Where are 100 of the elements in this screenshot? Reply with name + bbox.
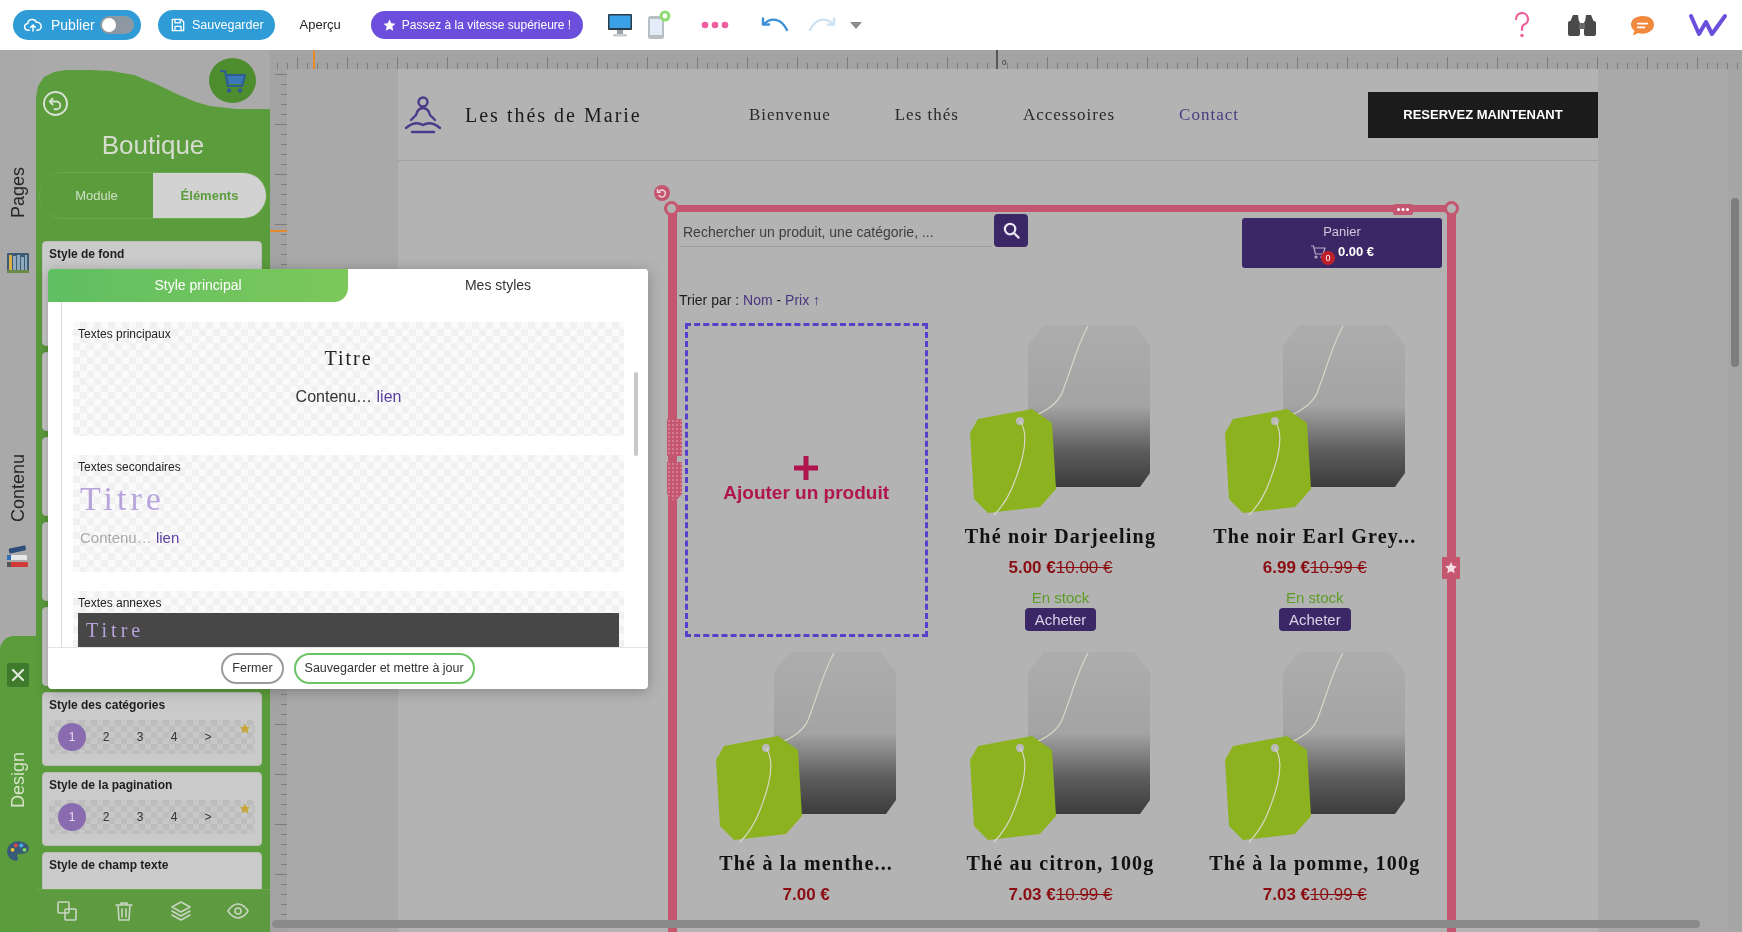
- scrollbar[interactable]: [272, 920, 1700, 928]
- books-icon: [6, 545, 30, 570]
- star-icon: [382, 18, 396, 32]
- undo-icon[interactable]: [761, 17, 790, 33]
- cart-icon: [209, 58, 256, 103]
- sample-title: Titre: [86, 618, 145, 642]
- caret-icon[interactable]: [850, 21, 863, 29]
- yoga-figure-icon[interactable]: [402, 94, 444, 135]
- rotate-icon[interactable]: [654, 185, 670, 201]
- scrollbar[interactable]: [634, 372, 638, 456]
- page-number[interactable]: 4: [160, 803, 188, 831]
- page-number[interactable]: >: [194, 723, 222, 751]
- stock-status: En stock: [1286, 589, 1344, 607]
- search-icon: [1002, 222, 1020, 239]
- panel-title: Boutique: [101, 129, 205, 161]
- eye-icon[interactable]: [227, 900, 249, 922]
- mobile-icon[interactable]: [647, 10, 672, 40]
- product-title[interactable]: Thé à la pomme, 100g: [1209, 850, 1421, 876]
- nav-link[interactable]: Accessoires: [1022, 101, 1116, 128]
- sample-text: Contenu… lien: [80, 528, 180, 548]
- side-tab[interactable]: Pages: [6, 167, 30, 276]
- style-preview[interactable]: Textes annexes Titre: [73, 591, 624, 647]
- star-icon[interactable]: [239, 803, 251, 815]
- card-title: Style de la pagination: [49, 778, 174, 792]
- product-price: 7.03 €: [1008, 884, 1056, 906]
- sample-title: Titre: [80, 479, 165, 519]
- style-card[interactable]: Style de la pagination 1 2 3 4 >: [42, 772, 262, 846]
- nav-link[interactable]: Contact: [1179, 101, 1239, 128]
- product-price: 7.03 €: [1262, 884, 1311, 906]
- sort-link[interactable]: Prix: [785, 292, 810, 308]
- side-tab[interactable]: Contenu: [6, 454, 30, 570]
- cart-button[interactable]: Panier 0 0.00 €: [1242, 218, 1442, 268]
- cart-count-badge: 0: [1320, 251, 1335, 265]
- buy-button[interactable]: Acheter: [1278, 608, 1351, 631]
- dialog-tab[interactable]: Mes styles: [348, 269, 648, 302]
- old-price: 10.99 €: [1310, 884, 1367, 906]
- dialog-button[interactable]: Sauvegarder et mettre à jour: [293, 653, 475, 684]
- resize-handle[interactable]: [1444, 201, 1459, 216]
- drag-handle[interactable]: [667, 462, 682, 502]
- product-price: 7.00 €: [782, 884, 830, 906]
- sort-link[interactable]: Nom: [743, 292, 773, 308]
- chat-icon[interactable]: [1629, 13, 1656, 37]
- page-number[interactable]: 4: [160, 723, 188, 751]
- page-number[interactable]: 3: [126, 803, 154, 831]
- sample-link[interactable]: lien: [155, 529, 180, 546]
- section-label: Textes annexes: [78, 595, 163, 611]
- style-preview[interactable]: Textes secondaires Titre Contenu… lien: [73, 455, 624, 572]
- old-price: 10.99 €: [1055, 884, 1113, 906]
- sample-link[interactable]: lien: [376, 388, 402, 405]
- save-icon: [171, 18, 185, 32]
- sort-options: Trier par : Nom - Prix ↑: [679, 290, 821, 310]
- page-number[interactable]: >: [194, 803, 222, 831]
- style-preview[interactable]: Textes principaux Titre Contenu… lien: [73, 322, 624, 436]
- trash-icon[interactable]: [113, 900, 135, 922]
- style-card[interactable]: Style des catégories 1 2 3 4 >: [42, 692, 262, 766]
- card-title: Style de champ texte: [49, 858, 170, 872]
- drag-handle[interactable]: [667, 419, 682, 456]
- card-title: Style des catégories: [49, 698, 167, 712]
- layers-icon[interactable]: [170, 900, 192, 922]
- resize-handle[interactable]: [664, 201, 679, 216]
- product-title[interactable]: Thé au citron, 100g: [966, 850, 1155, 876]
- preview-button[interactable]: Aperçu: [299, 15, 341, 35]
- sample-title: Titre: [324, 346, 373, 371]
- ruler-label: 0: [1002, 58, 1007, 68]
- duplicate-icon[interactable]: [56, 900, 78, 922]
- product-price: 5.00 €: [1008, 557, 1056, 579]
- site-title[interactable]: Les thés de Marie: [465, 99, 642, 130]
- page-number[interactable]: 3: [126, 723, 154, 751]
- product-price: 6.99 €: [1262, 557, 1311, 579]
- page-number[interactable]: 2: [92, 803, 120, 831]
- upgrade-button[interactable]: Passez à la vitesse supérieure !: [370, 11, 584, 39]
- back-icon[interactable]: [43, 91, 68, 116]
- binoculars-icon[interactable]: [1567, 13, 1597, 37]
- close-icon[interactable]: [7, 663, 29, 688]
- nav-link[interactable]: Bienvenue: [749, 101, 831, 128]
- old-price: 10.99 €: [1310, 557, 1367, 579]
- cloud-upload-icon: [24, 18, 42, 32]
- product-title[interactable]: Thé noir Darjeeling: [964, 523, 1157, 549]
- search-button[interactable]: [994, 214, 1028, 247]
- product-title[interactable]: Thé à la menthe...: [719, 850, 894, 876]
- star-icon[interactable]: [239, 723, 251, 735]
- plus-icon: [793, 455, 820, 481]
- page-number[interactable]: 2: [92, 723, 120, 751]
- toggle-switch[interactable]: [100, 16, 134, 34]
- style-card[interactable]: Style de champ texte: [42, 852, 262, 889]
- product-title[interactable]: The noir Earl Grey...: [1213, 523, 1417, 549]
- dialog-button[interactable]: Fermer: [221, 653, 284, 684]
- section-label: Textes principaux: [78, 326, 172, 342]
- desktop-icon[interactable]: [607, 13, 634, 37]
- buy-button[interactable]: Acheter: [1024, 608, 1097, 631]
- book-now-button[interactable]: RESERVEZ MAINTENANT: [1368, 91, 1598, 138]
- scrollbar[interactable]: [1731, 198, 1739, 367]
- old-price: 10.00 €: [1055, 557, 1113, 579]
- logo-icon[interactable]: [1688, 12, 1728, 38]
- more-icon[interactable]: [701, 21, 730, 29]
- search-field[interactable]: Rechercher un produit, une catégorie, ...: [679, 218, 992, 247]
- nav-link[interactable]: Les thés: [894, 101, 959, 128]
- section-label: Textes secondaires: [78, 459, 182, 475]
- help-icon[interactable]: [1513, 11, 1531, 39]
- card-title: Style de fond: [49, 247, 126, 261]
